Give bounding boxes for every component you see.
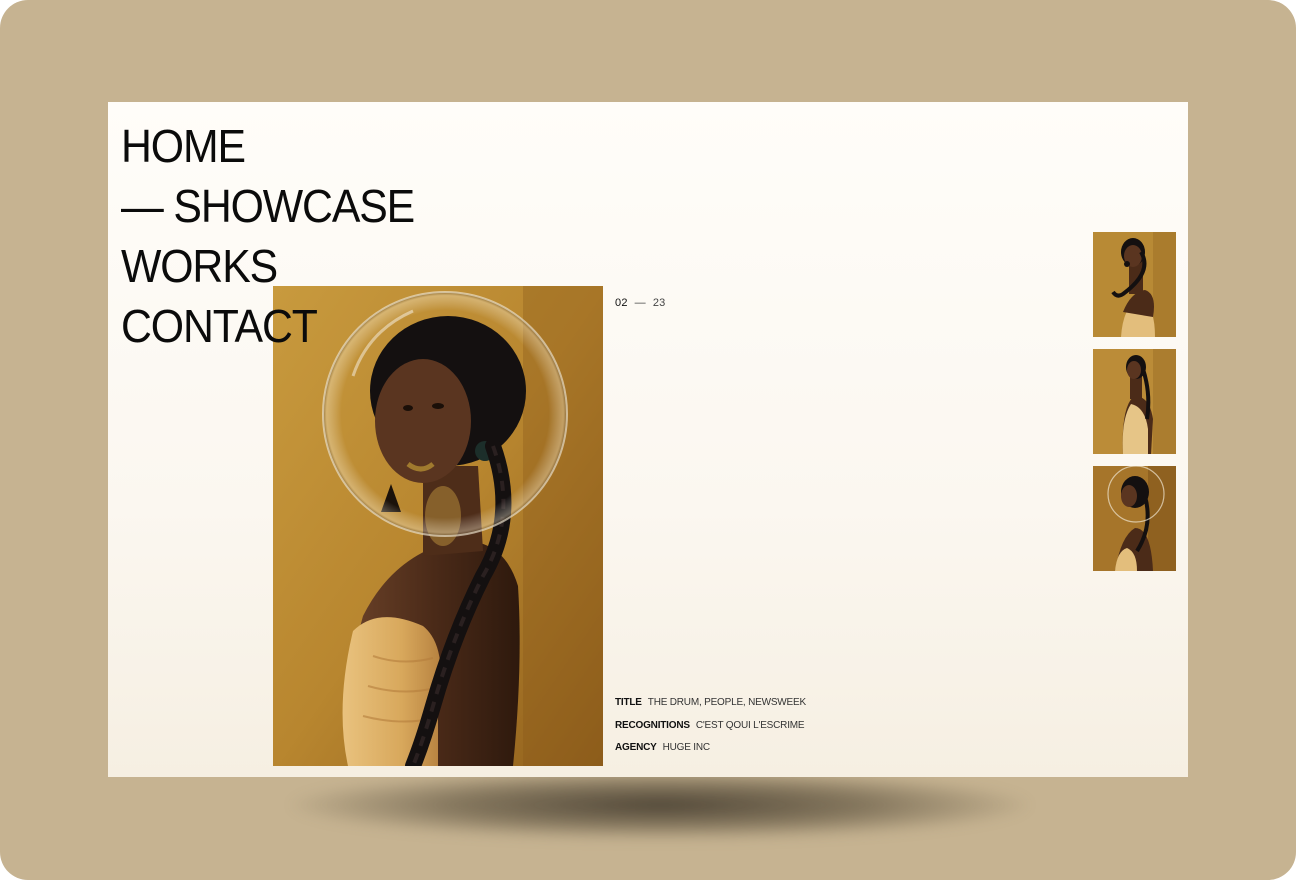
counter-current: 02 [615, 297, 628, 309]
detail-value: C'EST QOUI L'ESCRIME [695, 719, 805, 731]
detail-row-agency: AGENCY HUGE INC [615, 742, 806, 753]
nav-item-home[interactable]: HOME [121, 116, 414, 176]
main-nav: HOME — SHOWCASE WORKS CONTACT [121, 116, 436, 356]
mockup-frame: HOME — SHOWCASE WORKS CONTACT 02 — 23 TITL… [0, 0, 1296, 880]
screen-shadow [290, 770, 1030, 840]
detail-key: TITLE [615, 697, 642, 708]
thumbnail-3[interactable] [1093, 466, 1176, 571]
detail-value: HUGE INC [662, 742, 710, 753]
hero-image [273, 286, 603, 766]
thumbnail-strip [1093, 232, 1176, 583]
detail-key: AGENCY [615, 742, 657, 753]
counter-separator: — [634, 297, 646, 309]
project-details: TITLE THE DRUM, PEOPLE, NEWSWEEK RECOGNIT… [615, 697, 806, 765]
detail-key: RECOGNITIONS [615, 719, 690, 731]
thumbnail-2[interactable] [1093, 349, 1176, 454]
slide-counter: 02 — 23 [615, 297, 665, 309]
nav-item-showcase[interactable]: — SHOWCASE [121, 176, 415, 236]
detail-value: THE DRUM, PEOPLE, NEWSWEEK [647, 697, 806, 708]
counter-total: 23 [652, 297, 666, 309]
detail-row-recognitions: RECOGNITIONS C'EST QOUI L'ESCRIME [615, 720, 806, 731]
detail-row-title: TITLE THE DRUM, PEOPLE, NEWSWEEK [615, 697, 806, 708]
thumbnail-1[interactable] [1093, 232, 1176, 337]
nav-item-works[interactable]: WORKS [121, 236, 414, 296]
website-screen: HOME — SHOWCASE WORKS CONTACT 02 — 23 TITL… [108, 102, 1188, 777]
nav-item-contact[interactable]: CONTACT [121, 296, 414, 356]
